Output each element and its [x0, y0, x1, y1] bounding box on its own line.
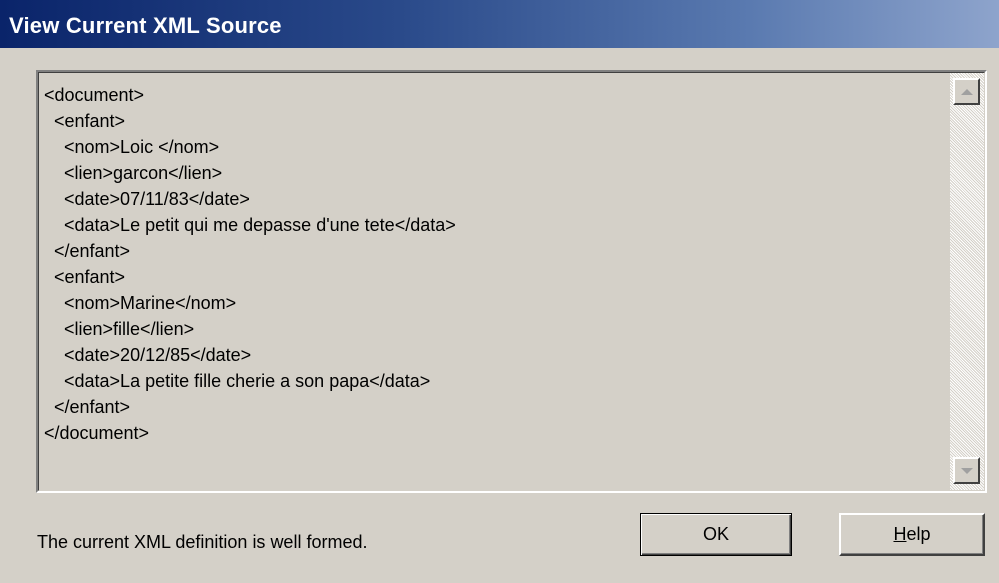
title-bar[interactable]: View Current XML Source: [0, 0, 999, 48]
xml-source-inner-frame: <document> <enfant> <nom>Loic </nom> <li…: [38, 72, 985, 491]
xml-line: </enfant>: [44, 397, 131, 417]
scroll-up-arrow-icon: [960, 89, 973, 95]
validation-status: The current XML definition is well forme…: [37, 532, 368, 552]
help-button[interactable]: Help: [839, 513, 985, 556]
xml-line: <nom>Loic </nom>: [44, 137, 220, 157]
xml-source-lines: <document> <enfant> <nom>Loic </nom> <li…: [44, 82, 944, 446]
xml-line: <lien>fille</lien>: [44, 319, 195, 339]
xml-line: </enfant>: [44, 241, 131, 261]
help-button-label: Help: [893, 524, 930, 544]
ok-button[interactable]: OK: [640, 513, 792, 556]
dialog-title: View Current XML Source: [9, 13, 282, 38]
scroll-down-arrow-icon: [960, 468, 973, 474]
xml-line: <nom>Marine</nom>: [44, 293, 237, 313]
ok-button-label: OK: [702, 524, 729, 544]
scroll-down-button[interactable]: [953, 457, 980, 484]
xml-line: <date>20/12/85</date>: [44, 345, 252, 365]
xml-line: <enfant>: [44, 111, 126, 131]
help-accelerator-key: H: [893, 524, 907, 544]
xml-line: <document>: [44, 85, 145, 105]
xml-source-dialog: View Current XML Source <document> <enfa…: [0, 0, 999, 583]
xml-line: <date>07/11/83</date>: [44, 189, 250, 209]
help-label-rest: elp: [906, 524, 931, 544]
xml-line: <lien>garcon</lien>: [44, 163, 223, 183]
xml-source-textarea[interactable]: <document> <enfant> <nom>Loic </nom> <li…: [36, 70, 987, 493]
scroll-up-button[interactable]: [953, 78, 980, 105]
vertical-scrollbar[interactable]: [950, 73, 984, 490]
xml-line: </document>: [44, 423, 150, 443]
xml-line: <data>La petite fille cherie a son papa<…: [44, 371, 431, 391]
xml-line: <data>Le petit qui me depasse d'une tete…: [44, 215, 456, 235]
xml-line: <enfant>: [44, 267, 126, 287]
